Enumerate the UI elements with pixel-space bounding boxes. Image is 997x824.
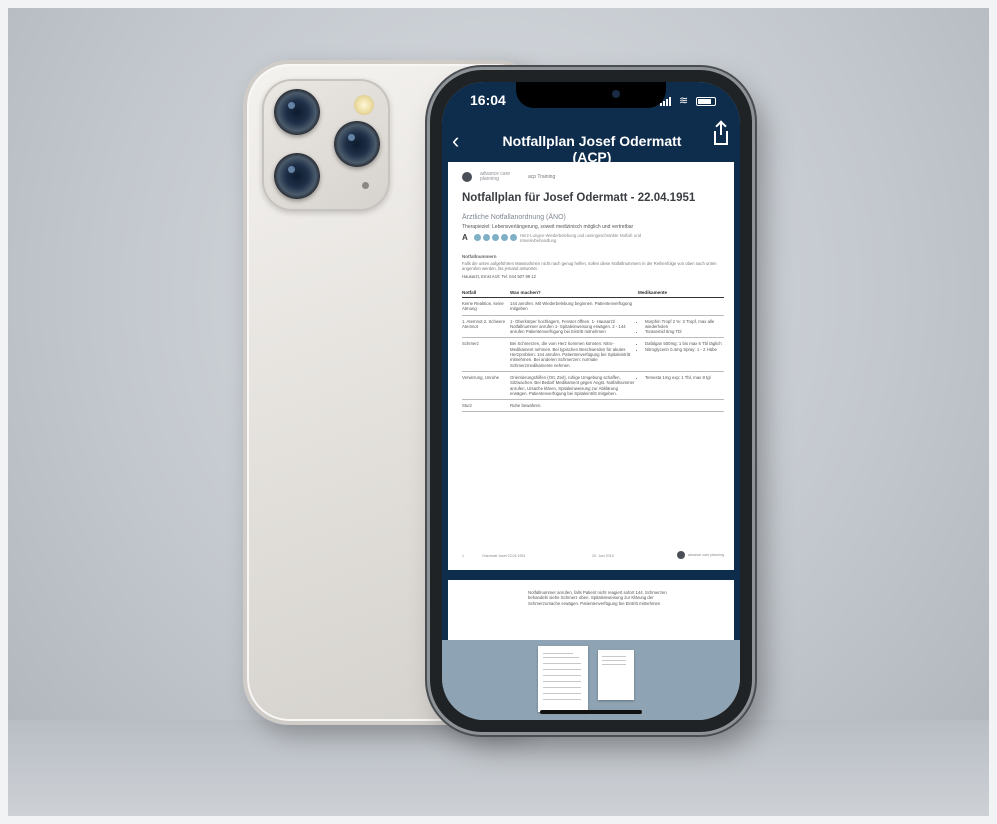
- acp-logo-icon: [462, 172, 472, 182]
- battery-icon: [696, 96, 716, 106]
- phone-screen: 16:04 ≋ ‹ Notfallplan Josef Odermatt (AC…: [442, 82, 740, 720]
- grade-label: A: [462, 233, 468, 242]
- table-row: 1. Atemnot 2. Schwere Atemnot 1- Oberkör…: [462, 315, 724, 339]
- med-item: Dafalgan 500mg: 1 bis max 6 Tbl täglich: [645, 341, 722, 346]
- cell-was: Ruhe bewahren.: [510, 399, 638, 413]
- cell-meds: [638, 399, 724, 413]
- cell-meds: Morphin Tropf 2 %: 3 Tropf, max alle wie…: [638, 315, 724, 339]
- flash-icon: [354, 95, 374, 115]
- cell-notfall: Verwirrung, Unruhe: [462, 371, 510, 401]
- grade-circles: [474, 234, 517, 241]
- footer-logo-text: advance care planning: [687, 553, 724, 557]
- logo-text: advance care planning: [480, 171, 511, 182]
- back-chevron-icon[interactable]: ‹: [452, 128, 459, 154]
- document-page-1: advance care planning acp Training Notfa…: [448, 162, 734, 570]
- notfall-heading: Notfallnummern: [462, 254, 497, 259]
- table-row: Schmerz Bei Schmerzen, die vom Herz komm…: [462, 337, 724, 372]
- footer-logo: advance care planning: [676, 551, 724, 559]
- emergency-table: Notfall Was machen? Medikamente Keine Re…: [462, 288, 724, 413]
- med-item: Morphin Tropf 2 %: 3 Tropf, max alle wie…: [645, 319, 722, 330]
- table-row: Verwirrung, Unruhe Orientierungshilfen (…: [462, 371, 724, 401]
- camera-lens-icon: [334, 121, 380, 167]
- section-subtitle: Therapieziel: Lebensverlängerung, soweit…: [462, 224, 634, 230]
- cell-meds: Dafalgan 500mg: 1 bis max 6 Tbl täglich …: [638, 337, 724, 372]
- grade-note: Herz-Lungen-Wiederbelebung und uneingesc…: [520, 233, 642, 243]
- med-item: Temesta 1mg exp: 1 Tbl, max 8 tgl: [645, 375, 722, 380]
- cell-was: Orientierungshilfen (Ort, Zeit), ruhige …: [510, 371, 638, 401]
- table-row: Keine Reaktion, keine Atmung 144 anrufen…: [462, 297, 724, 316]
- med-item: Torasemid 5mg Tbl: [645, 329, 722, 334]
- table-header: Was machen?: [510, 288, 638, 298]
- cell-notfall: Keine Reaktion, keine Atmung: [462, 297, 510, 316]
- page2-text: Notfallnummer anrufen, falls Patient nic…: [528, 590, 667, 606]
- footer-page-number: 1: [462, 554, 464, 558]
- footer-date: 20. Juni 2019: [592, 554, 614, 558]
- page-title: Notfallplan Josef Odermatt (ACP): [502, 133, 682, 165]
- cell-notfall: Schmerz: [462, 337, 510, 372]
- navigation-bar: ‹ Notfallplan Josef Odermatt (ACP): [442, 122, 740, 165]
- notfall-contact: Hausarzt, Ernst Arzt: Tel. 044 507 89 12: [462, 274, 536, 279]
- logo-subtitle: acp Training: [528, 174, 556, 180]
- status-time: 16:04: [470, 92, 506, 108]
- status-icons: ≋: [660, 95, 716, 107]
- cell-was: 1- Oberkörper hochlagern, Fenster öffnen…: [510, 315, 638, 339]
- cell-was: Bei Schmerzen, die vom Herz kommen könnt…: [510, 337, 638, 372]
- table-header: Medikamente: [638, 288, 724, 298]
- acp-logo-icon: [676, 551, 685, 559]
- cell-notfall: Sturz: [462, 399, 510, 413]
- notfall-text: Falls die unten aufgeführten Massnahmen …: [462, 261, 717, 272]
- page-thumbnail-1[interactable]: [538, 646, 588, 712]
- microphone-icon: [362, 182, 369, 189]
- floor-surface: [0, 720, 997, 824]
- thumbnail-bar: [442, 640, 740, 720]
- page-thumbnail-2[interactable]: [598, 650, 634, 700]
- camera-module: [262, 79, 390, 211]
- home-indicator[interactable]: [540, 710, 642, 714]
- med-item: Nitroglycerin 0.4mg Spray: 1 - 2 Hübe: [645, 347, 722, 352]
- camera-lens-icon: [274, 89, 320, 135]
- document-page-2: Notfallnummer anrufen, falls Patient nic…: [448, 580, 734, 640]
- cell-notfall: 1. Atemnot 2. Schwere Atemnot: [462, 315, 510, 339]
- signal-icon: [660, 96, 674, 106]
- section-title: Ärztliche Notfallanordnung (ÄNO): [462, 214, 566, 221]
- table-header: Notfall: [462, 288, 510, 298]
- document-viewer[interactable]: advance care planning acp Training Notfa…: [442, 162, 740, 640]
- cell-meds: Temesta 1mg exp: 1 Tbl, max 8 tgl: [638, 371, 724, 401]
- document-header: advance care planning acp Training: [462, 172, 555, 182]
- wifi-icon: ≋: [679, 95, 689, 107]
- cell-was: 144 anrufen. Mit Wiederbelebung beginnen…: [510, 297, 638, 316]
- document-title: Notfallplan für Josef Odermatt - 22.04.1…: [462, 192, 696, 204]
- footer-name: Odermatt Josef 22.04.1951: [482, 554, 526, 558]
- camera-lens-icon: [274, 153, 320, 199]
- notch: [516, 82, 666, 108]
- share-icon[interactable]: [714, 123, 728, 145]
- table-row: Sturz Ruhe bewahren.: [462, 399, 724, 413]
- front-phone: 16:04 ≋ ‹ Notfallplan Josef Odermatt (AC…: [430, 70, 752, 732]
- cell-meds: [638, 297, 724, 316]
- status-bar: 16:04 ≋: [442, 82, 740, 122]
